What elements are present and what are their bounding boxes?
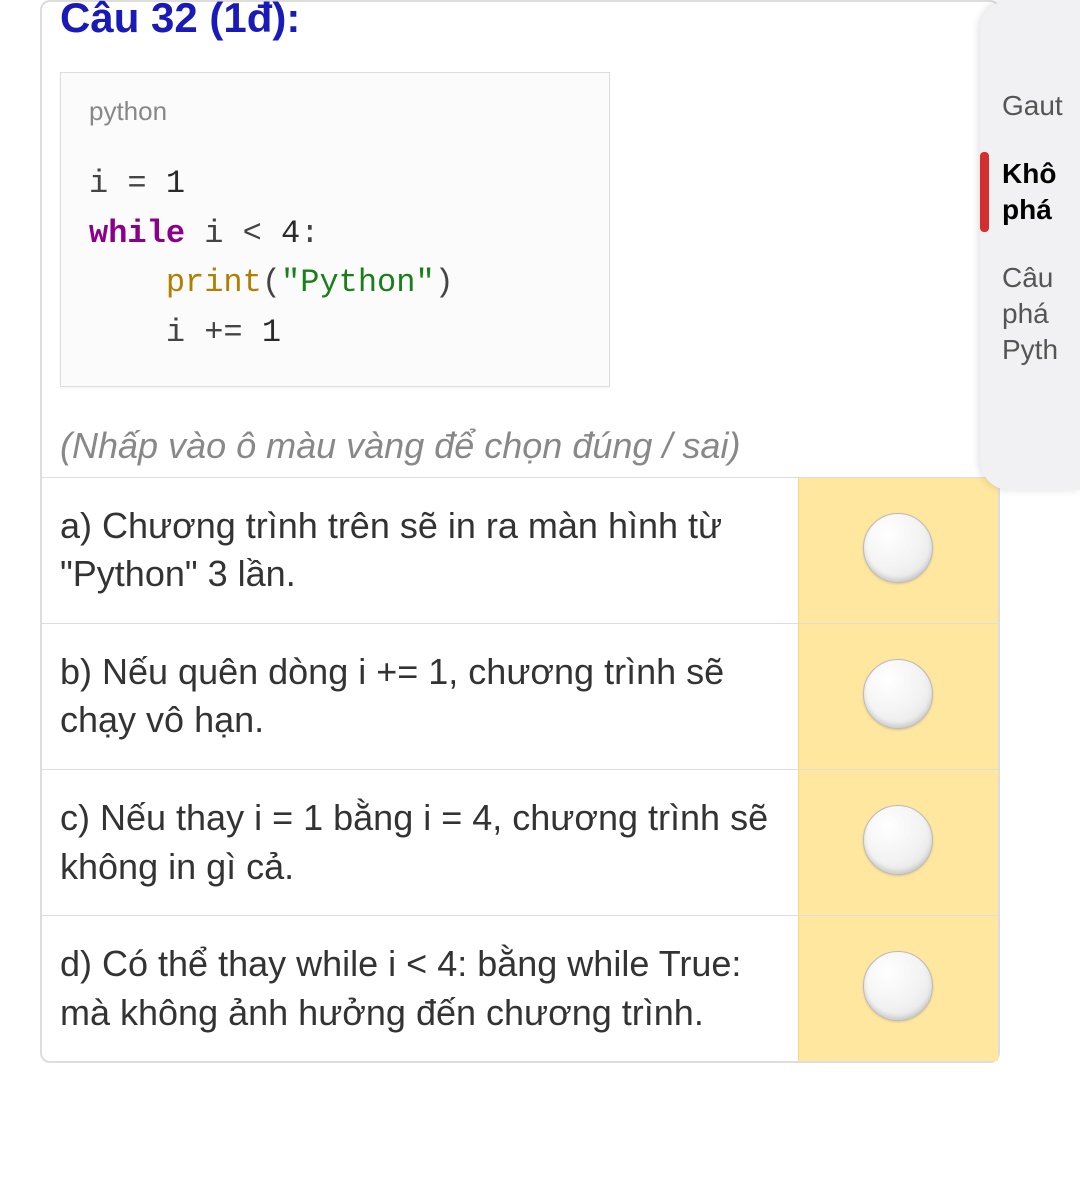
code-token: 1 — [243, 314, 281, 351]
code-token: = — [127, 165, 146, 202]
sidebar-item-label: Câu — [1002, 262, 1053, 293]
option-text: d) Có thể thay while i < 4: bằng while T… — [42, 916, 798, 1062]
option-toggle-cell[interactable] — [798, 477, 998, 623]
code-token: 4 — [262, 215, 300, 252]
option-text: b) Nếu quên dòng i += 1, chương trình sẽ… — [42, 623, 798, 769]
code-language-label: python — [89, 91, 589, 131]
code-token: print — [166, 264, 262, 301]
option-row: c) Nếu thay i = 1 bằng i = 4, chương trì… — [42, 770, 998, 916]
code-token: i — [89, 165, 127, 202]
question-card: Câu 32 (1đ): python i = 1while i < 4: pr… — [40, 0, 1000, 1063]
radio-icon[interactable] — [863, 805, 933, 875]
code-token: ) — [435, 264, 454, 301]
sidebar-item[interactable]: Khô phá — [1002, 158, 1080, 226]
radio-icon[interactable] — [863, 513, 933, 583]
sidebar-item[interactable]: Gaut — [1002, 90, 1080, 122]
option-toggle-cell[interactable] — [798, 770, 998, 916]
option-text: a) Chương trình trên sẽ in ra màn hình t… — [42, 477, 798, 623]
code-token: < — [243, 215, 262, 252]
code-line: while i < 4: — [89, 209, 589, 259]
option-row: b) Nếu quên dòng i += 1, chương trình sẽ… — [42, 623, 998, 769]
code-token: += — [204, 314, 242, 351]
code-block: python i = 1while i < 4: print("Python")… — [60, 72, 610, 387]
code-token — [89, 264, 166, 301]
code-token: : — [300, 215, 319, 252]
options-table: a) Chương trình trên sẽ in ra màn hình t… — [42, 477, 998, 1062]
option-row: a) Chương trình trên sẽ in ra màn hình t… — [42, 477, 998, 623]
radio-icon[interactable] — [863, 951, 933, 1021]
instruction-text: (Nhấp vào ô màu vàng để chọn đúng / sai) — [42, 407, 998, 477]
sidebar-item-label: Gaut — [1002, 90, 1063, 121]
radio-icon[interactable] — [863, 659, 933, 729]
sidebar-item-label: phá — [1002, 298, 1080, 330]
code-token: 1 — [147, 165, 185, 202]
sidebar-item-label: Khô — [1002, 158, 1056, 189]
option-toggle-cell[interactable] — [798, 623, 998, 769]
code-lines: i = 1while i < 4: print("Python") i += 1 — [89, 159, 589, 357]
option-toggle-cell[interactable] — [798, 916, 998, 1062]
code-token: i — [185, 215, 243, 252]
question-title: Câu 32 (1đ): — [42, 0, 998, 52]
code-line: i += 1 — [89, 308, 589, 358]
code-line: i = 1 — [89, 159, 589, 209]
code-token: "Python" — [281, 264, 435, 301]
sidebar-panel: Gaut Khô phá Câu phá Pyth — [980, 0, 1080, 490]
code-token: ( — [262, 264, 281, 301]
sidebar-item-label: Pyth — [1002, 334, 1080, 366]
sidebar-item-label: phá — [1002, 194, 1080, 226]
sidebar-item[interactable]: Câu phá Pyth — [1002, 262, 1080, 366]
option-text: c) Nếu thay i = 1 bằng i = 4, chương trì… — [42, 770, 798, 916]
code-token: while — [89, 215, 185, 252]
code-token: i — [89, 314, 204, 351]
option-row: d) Có thể thay while i < 4: bằng while T… — [42, 916, 998, 1062]
code-line: print("Python") — [89, 258, 589, 308]
